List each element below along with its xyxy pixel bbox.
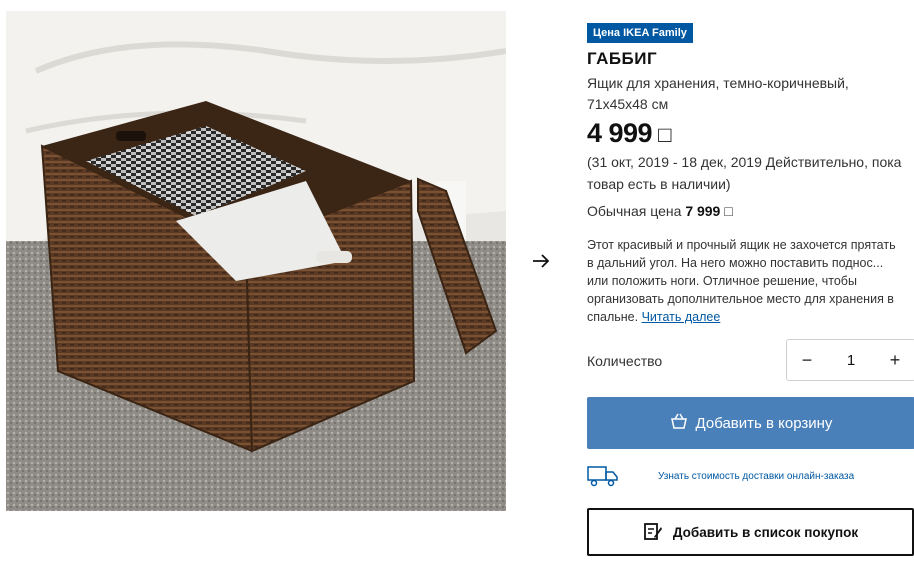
shopping-bag-icon — [670, 413, 688, 433]
add-to-shopping-list-label: Добавить в список покупок — [672, 524, 859, 540]
truck-icon — [587, 465, 619, 487]
delivery-cost-link[interactable]: Узнать стоимость доставки онлайн-заказа — [658, 471, 854, 482]
product-name: ГАББИГ — [587, 49, 658, 68]
quantity-label: Количество — [587, 353, 663, 369]
regular-price: Обычная цена 7 999 □ — [587, 203, 733, 219]
price-validity: (31 окт, 2019 - 18 дек, 2019 Действитель… — [587, 154, 902, 192]
regular-price-label: Обычная цена — [587, 203, 682, 219]
edit-list-icon — [643, 521, 663, 544]
ikea-family-price-badge: Цена IKEA Family — [587, 23, 693, 43]
current-price: 4 999 □ — [587, 118, 671, 149]
long-description-text: Этот красивый и прочный ящик не захочетс… — [587, 238, 896, 324]
add-to-cart-button[interactable]: Добавить в корзину — [587, 397, 914, 449]
currency-symbol: □ — [658, 122, 671, 147]
next-image-arrow-icon[interactable] — [530, 250, 552, 272]
quantity-value[interactable]: 1 — [827, 352, 875, 369]
quantity-stepper: − 1 + — [786, 339, 914, 381]
regular-price-value: 7 999 — [685, 203, 721, 219]
product-image[interactable] — [6, 11, 506, 511]
price-value: 4 999 — [587, 118, 653, 148]
add-to-shopping-list-button[interactable]: Добавить в список покупок — [587, 508, 914, 556]
quantity-increase-button[interactable]: + — [875, 350, 914, 371]
regular-currency-symbol: □ — [724, 203, 733, 219]
add-to-cart-label: Добавить в корзину — [695, 414, 833, 432]
quantity-decrease-button[interactable]: − — [787, 350, 827, 371]
long-description: Этот красивый и прочный ящик не захочетс… — [587, 236, 897, 326]
read-more-link[interactable]: Читать далее — [642, 310, 721, 324]
product-description: Ящик для хранения, темно-коричневый, 71x… — [587, 75, 849, 112]
